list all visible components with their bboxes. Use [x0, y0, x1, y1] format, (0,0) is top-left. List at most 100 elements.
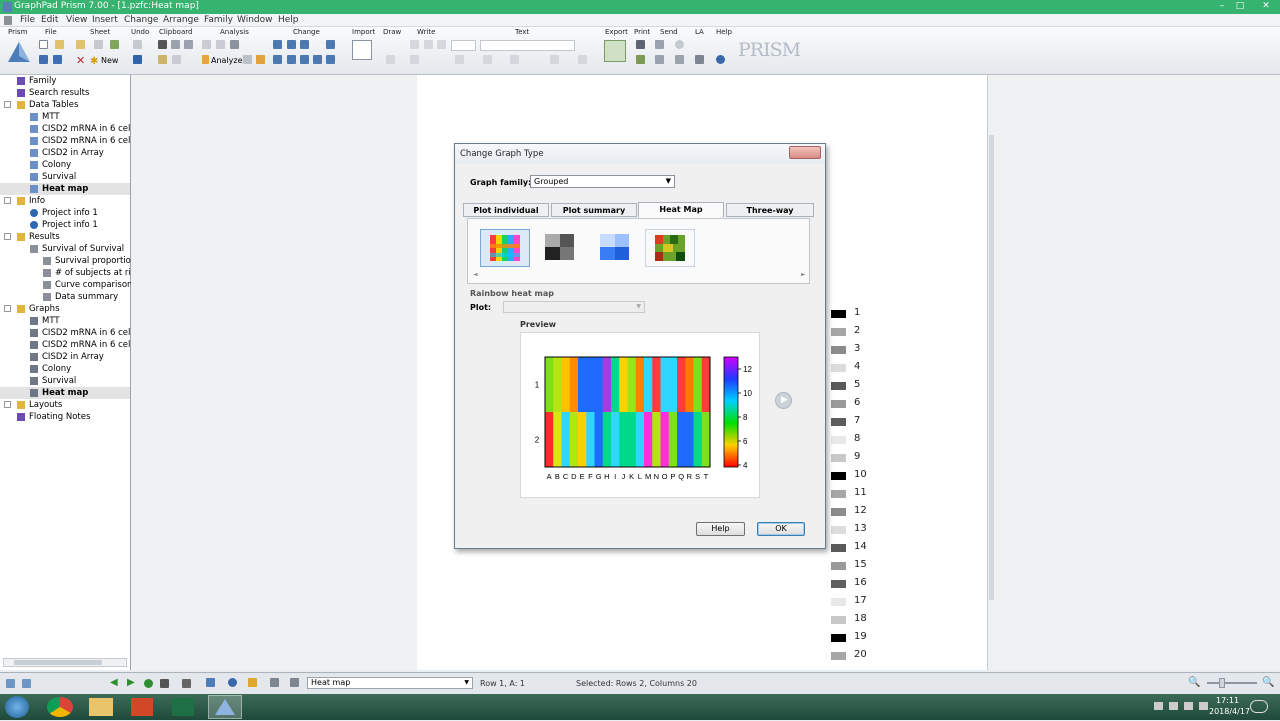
view-grid-icon[interactable]	[6, 679, 15, 688]
nav-item[interactable]: CISD2 mRNA in 6 cell l	[0, 339, 138, 351]
prism-taskbar-icon[interactable]	[208, 695, 242, 719]
change-9-icon[interactable]	[326, 55, 335, 64]
close-window-button[interactable]: ✕	[1256, 1, 1276, 12]
notification-cloud-icon[interactable]	[1250, 700, 1268, 713]
text-grow-icon[interactable]	[455, 55, 464, 64]
collapse-toggle-icon[interactable]	[4, 305, 11, 312]
nav-item[interactable]: MTT	[0, 111, 130, 123]
zoom-out-icon[interactable]: 🔍	[1188, 677, 1200, 688]
send-icon[interactable]	[655, 40, 664, 49]
analyze-label[interactable]: Analyze	[211, 56, 243, 65]
paste-special-icon[interactable]	[172, 55, 181, 64]
text-style-icon[interactable]	[410, 55, 419, 64]
preview-next-button[interactable]: ▶	[775, 392, 792, 409]
change-4-icon[interactable]	[326, 40, 335, 49]
menu-help[interactable]: Help	[278, 15, 299, 25]
menu-insert[interactable]: Insert	[92, 15, 118, 25]
page-vscroll-thumb[interactable]	[989, 135, 994, 600]
menu-window[interactable]: Window	[237, 15, 273, 25]
send-3-icon[interactable]	[655, 55, 664, 64]
dialog-close-button[interactable]	[789, 146, 821, 159]
write-2-icon[interactable]	[424, 40, 433, 49]
text-color-icon[interactable]	[578, 55, 587, 64]
volume-icon[interactable]	[1199, 702, 1208, 710]
nav-item[interactable]: Survival of Survival	[0, 243, 130, 255]
excel-taskbar-icon[interactable]	[172, 698, 194, 716]
send-2-icon[interactable]	[675, 40, 684, 49]
menu-arrange[interactable]: Arrange	[163, 15, 199, 25]
explorer-taskbar-icon[interactable]	[89, 698, 113, 716]
nav-item[interactable]: Curve comparison	[0, 279, 132, 291]
la-icon[interactable]	[695, 55, 704, 64]
nav-item[interactable]: CISD2 in Array	[0, 147, 130, 159]
new-label[interactable]: New	[101, 56, 118, 65]
nav-item[interactable]: Colony	[0, 363, 130, 375]
link-icon[interactable]	[182, 679, 191, 688]
nav-item[interactable]: CISD2 mRNA in 6 cell l	[0, 135, 138, 147]
nav-item[interactable]: Colony	[0, 159, 130, 171]
zoom-in-icon[interactable]: 🔍	[1262, 677, 1274, 688]
analysis-tool-3-icon[interactable]	[230, 40, 239, 49]
thumb-green-red-heatmap[interactable]	[645, 229, 695, 267]
zoom-slider[interactable]	[1207, 678, 1257, 688]
navigator-hscroll-thumb[interactable]	[14, 660, 102, 665]
thumb-blue-heatmap[interactable]	[590, 229, 640, 267]
tab-plot-summary-data[interactable]: Plot summary data	[551, 203, 637, 228]
thumb-rainbow-heatmap[interactable]	[480, 229, 530, 267]
font-size-select[interactable]	[451, 40, 476, 51]
chrome-taskbar-icon[interactable]	[47, 697, 73, 717]
prism-home-icon[interactable]	[6, 39, 32, 65]
zoom-slider-thumb[interactable]	[1219, 678, 1225, 688]
cut-icon[interactable]	[158, 40, 167, 49]
redo-icon[interactable]	[133, 40, 142, 49]
sheet-type-results-icon[interactable]	[248, 678, 257, 687]
nav-item[interactable]: Floating Notes	[0, 411, 130, 423]
start-button[interactable]	[5, 696, 29, 718]
plot-select[interactable]: ▼	[503, 301, 645, 313]
nav-item[interactable]: Survival	[0, 171, 130, 183]
ok-button[interactable]: OK	[757, 522, 805, 536]
nav-item[interactable]: Project info 1	[0, 219, 130, 231]
change-3-icon[interactable]	[300, 40, 309, 49]
view-list-icon[interactable]	[22, 679, 31, 688]
nav-item[interactable]: Survival	[0, 375, 130, 387]
nav-item[interactable]: Info	[0, 195, 130, 207]
collapse-toggle-icon[interactable]	[4, 401, 11, 408]
sheet-type-table-icon[interactable]	[206, 678, 215, 687]
navigator-hscrollbar[interactable]	[3, 658, 127, 667]
menu-file[interactable]: File	[20, 15, 35, 25]
undo-icon[interactable]	[133, 55, 142, 64]
graph-family-select[interactable]: Grouped ▼	[530, 175, 675, 188]
font-name-select[interactable]	[480, 40, 575, 51]
nav-item[interactable]: Project info 1	[0, 207, 130, 219]
analyze-icon[interactable]	[202, 55, 209, 64]
change-5-icon[interactable]	[273, 55, 282, 64]
write-3-icon[interactable]	[437, 40, 446, 49]
menu-edit[interactable]: Edit	[41, 15, 58, 25]
nav-item[interactable]: Family	[0, 75, 130, 87]
tab-plot-individual-values[interactable]: Plot individual values	[463, 203, 549, 228]
bold-icon[interactable]	[483, 55, 492, 64]
write-1-icon[interactable]	[410, 40, 419, 49]
nav-item[interactable]: Search results	[0, 87, 130, 99]
nav-item[interactable]: Heat map	[0, 183, 130, 195]
nav-item[interactable]: CISD2 in Array	[0, 351, 130, 363]
powerpoint-taskbar-icon[interactable]	[131, 698, 153, 716]
prev-sheet-icon[interactable]: ◀	[110, 677, 118, 688]
sheet-type-layout-icon[interactable]	[290, 678, 299, 687]
menu-family[interactable]: Family	[204, 15, 233, 25]
nav-item[interactable]: Layouts	[0, 399, 130, 411]
change-2-icon[interactable]	[287, 40, 296, 49]
save-all-icon[interactable]	[53, 55, 62, 64]
copy-icon[interactable]	[171, 40, 180, 49]
gallery-scroll-right-icon[interactable]: ►	[801, 271, 806, 278]
nav-item[interactable]: Results	[0, 231, 130, 243]
nav-item[interactable]: CISD2 mRNA in 6 cell l	[0, 327, 138, 339]
tray-icon-1[interactable]	[1154, 702, 1163, 710]
open-file-icon[interactable]	[55, 40, 64, 49]
sheet-option-icon[interactable]	[94, 40, 103, 49]
underline-icon[interactable]	[510, 55, 519, 64]
nav-item[interactable]: Heat map	[0, 387, 130, 399]
save-icon[interactable]	[39, 55, 48, 64]
new-sheet-icon[interactable]	[76, 40, 85, 49]
